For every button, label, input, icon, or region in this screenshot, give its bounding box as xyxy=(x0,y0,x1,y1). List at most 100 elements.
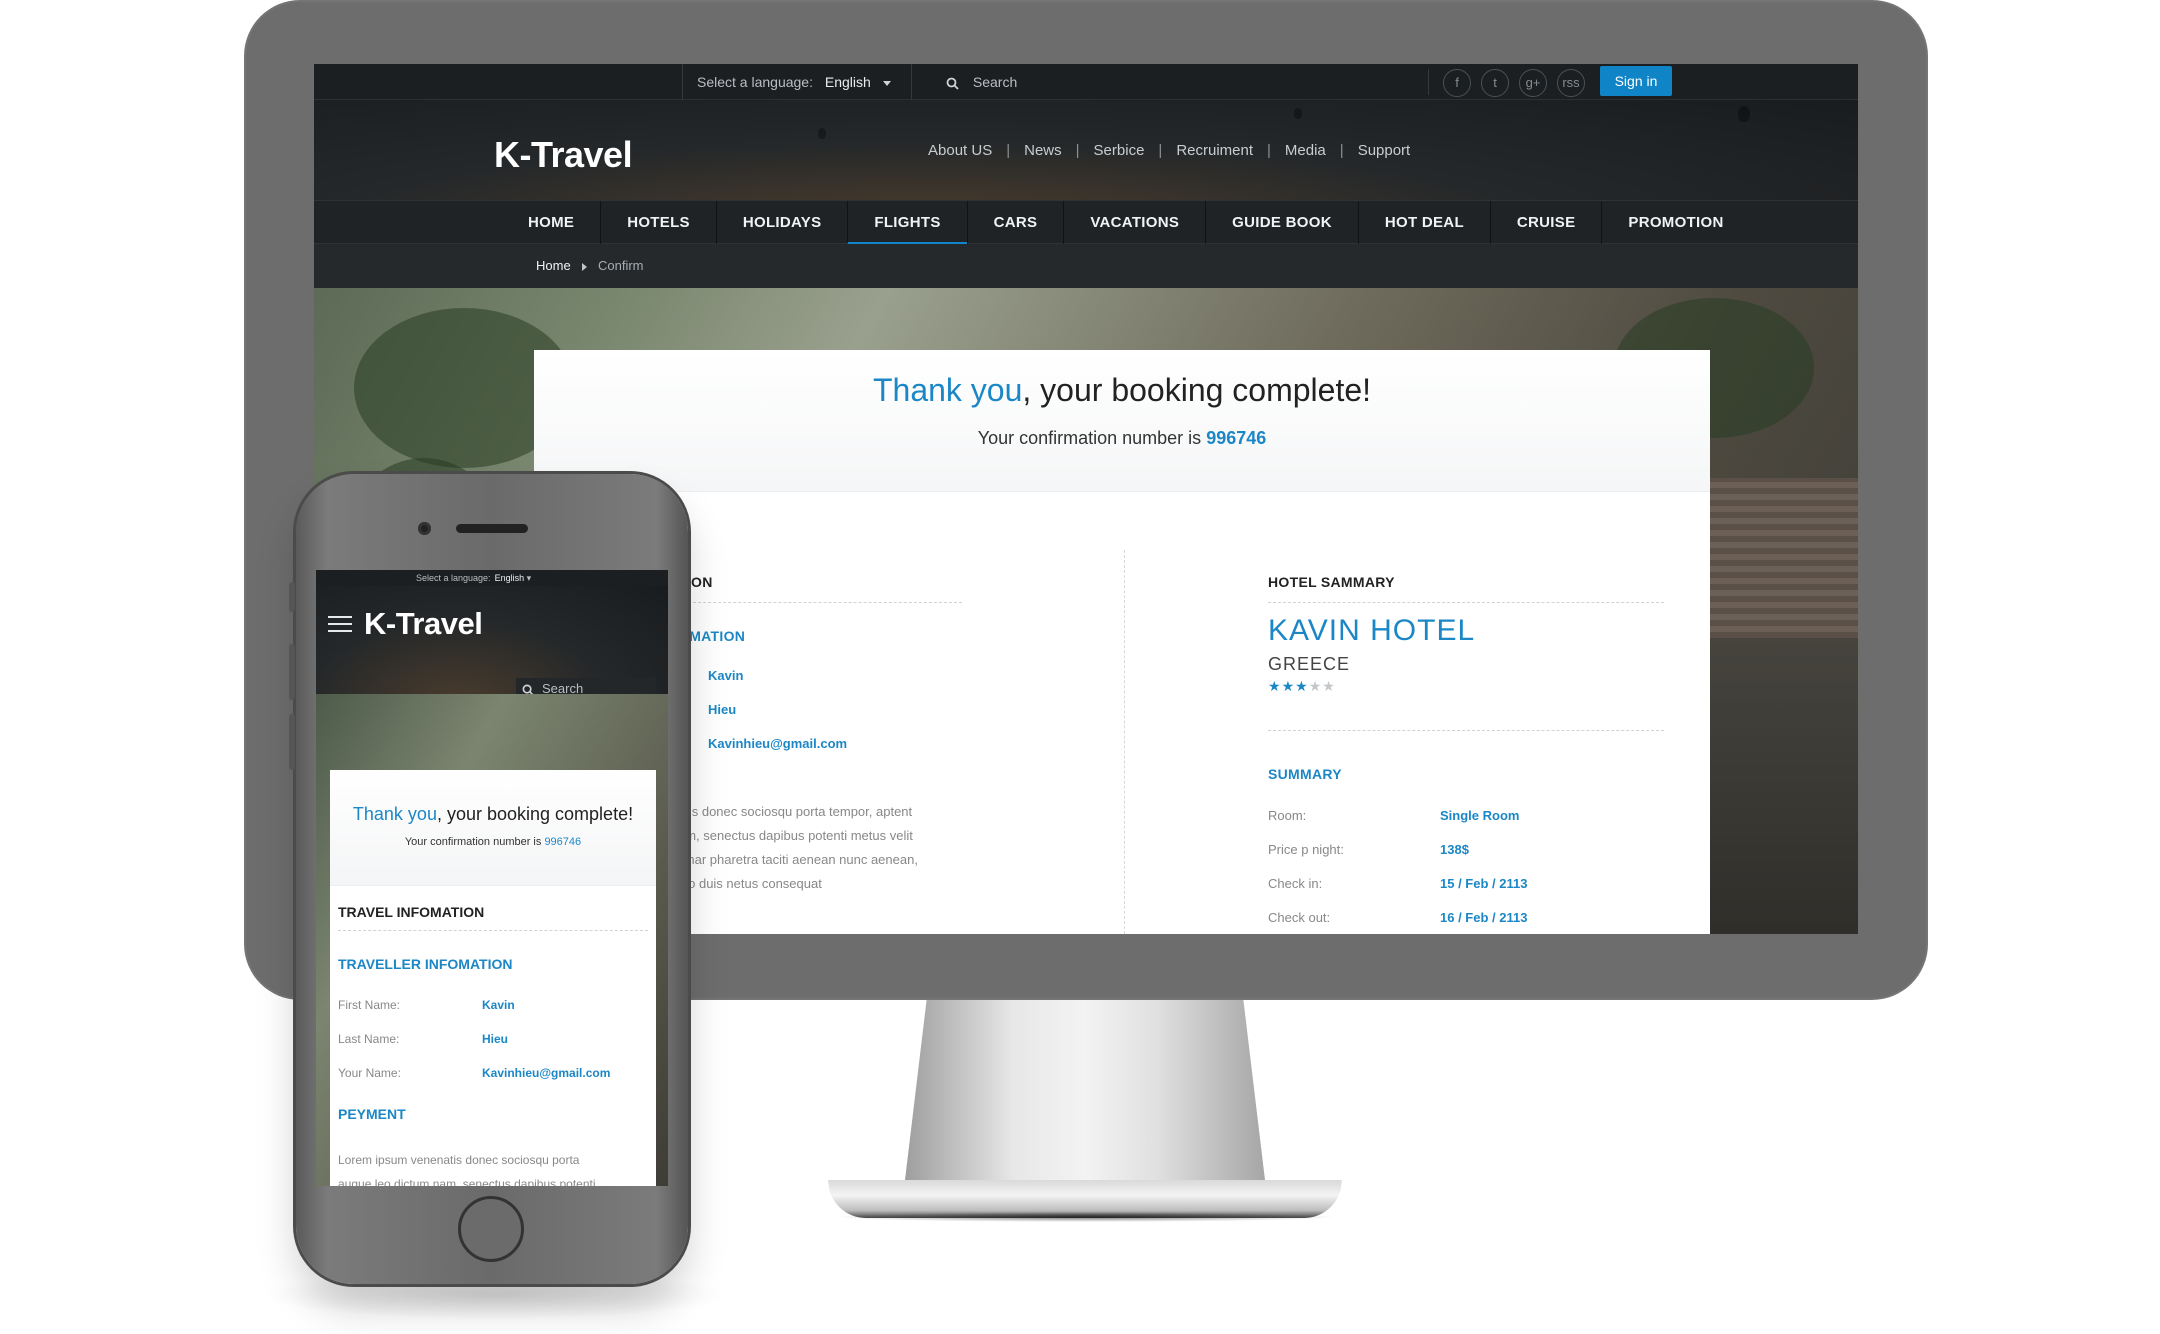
menu-item-flights[interactable]: FLIGHTS xyxy=(847,201,967,245)
mobile-thank-you-heading: Thank you, your booking complete! xyxy=(330,804,656,825)
first-name-label: First Name: xyxy=(338,998,401,1012)
star-empty-icon: ★ xyxy=(1322,678,1336,694)
last-name-label: Last Name: xyxy=(338,1032,400,1046)
site-header: K-Travel About US | News | Serbice | Recrui… xyxy=(314,100,1858,200)
price-label: Price p night: xyxy=(1268,842,1344,857)
top-link-about[interactable]: About US xyxy=(914,142,1006,159)
hotel-summary-title: HOTEL SAMMARY xyxy=(1268,574,1395,590)
rss-icon[interactable]: rss xyxy=(1557,69,1585,97)
payment-paragraph: atis donec sociosqu porta tempor, aptent… xyxy=(678,800,968,896)
last-name-value: Hieu xyxy=(482,1032,509,1046)
top-link-service[interactable]: Serbice xyxy=(1080,142,1159,159)
mobile-confirmation-line: Your confirmation number is 996746 xyxy=(330,836,656,848)
site-logo[interactable]: K-Travel xyxy=(494,134,633,176)
top-link-support[interactable]: Support xyxy=(1344,142,1425,159)
menu-item-promotion[interactable]: PROMOTION xyxy=(1601,201,1749,245)
utility-bar: Select a language: English Search f t g+… xyxy=(314,64,1858,100)
mobile-language-label: Select a language: xyxy=(416,573,491,583)
mobile-travel-title: TRAVEL INFOMATION xyxy=(338,904,485,920)
star-icon: ★ xyxy=(1295,678,1309,694)
mobile-language-selector[interactable]: Select a language: English ▾ xyxy=(416,570,531,586)
payment-line: am, senectus dapibus potenti metus velit xyxy=(678,828,913,843)
first-name-value: Kavin xyxy=(708,668,744,683)
balloon-decoration xyxy=(1294,108,1302,119)
mobile-thank-you-rest: , your booking complete! xyxy=(436,804,634,824)
top-link-media[interactable]: Media xyxy=(1271,142,1340,159)
mobile-booking-card: Thank you, your booking complete! Your c… xyxy=(330,770,656,1186)
last-name-value: Hieu xyxy=(708,702,737,717)
menu-item-cruise[interactable]: CRUISE xyxy=(1489,201,1601,245)
confirmation-number: 996746 xyxy=(1206,428,1267,448)
menu-item-hot-deal[interactable]: HOT DEAL xyxy=(1357,201,1490,245)
payment-line: atis donec sociosqu porta tempor, aptent xyxy=(678,804,913,819)
home-button[interactable] xyxy=(458,1196,524,1262)
top-link-news[interactable]: News xyxy=(1010,142,1076,159)
mobile-language-value: English xyxy=(494,573,525,583)
check-out-label: Check out: xyxy=(1268,910,1331,925)
menu-item-holidays[interactable]: HOLIDAYS xyxy=(715,201,848,245)
chevron-down-icon: ▾ xyxy=(526,573,532,583)
mobile-confirmation-number: 996746 xyxy=(544,836,582,848)
menu-item-cars[interactable]: CARS xyxy=(966,201,1064,245)
menu-item-guide-book[interactable]: GUIDE BOOK xyxy=(1205,201,1358,245)
menu-item-home[interactable]: HOME xyxy=(502,201,600,245)
chevron-right-icon xyxy=(582,263,587,271)
roof-decoration xyxy=(1706,478,1858,638)
language-selector[interactable]: Select a language: English xyxy=(682,64,912,100)
mobile-header: K-Travel Search xyxy=(316,586,668,700)
search-icon xyxy=(946,77,959,90)
breadcrumb-home[interactable]: Home xyxy=(536,244,571,288)
payment-line: augue leo dictum nam, senectus dapibus p… xyxy=(338,1177,596,1186)
first-name-value: Kavin xyxy=(482,998,515,1012)
sign-in-button[interactable]: Sign in xyxy=(1600,66,1672,96)
email-value: Kavinhieu@gmail.com xyxy=(708,736,848,751)
balloon-decoration xyxy=(818,128,826,139)
google-plus-icon[interactable]: g+ xyxy=(1519,69,1547,97)
monitor-stand-neck xyxy=(905,1000,1265,1180)
booking-card-header: Thank you, your booking complete! Your c… xyxy=(534,350,1710,492)
mobile-booking-card-header: Thank you, your booking complete! Your c… xyxy=(330,770,656,886)
star-rating: ★★★★★ xyxy=(1268,678,1336,695)
your-name-value: Kavinhieu@gmail.com xyxy=(482,1066,611,1080)
language-value: English xyxy=(824,74,871,90)
hamburger-menu-icon[interactable] xyxy=(328,616,352,637)
earpiece xyxy=(456,524,528,533)
thank-you-rest: , your booking complete! xyxy=(1022,372,1372,408)
breadcrumb-current: Confirm xyxy=(598,258,644,273)
twitter-icon[interactable]: t xyxy=(1481,69,1509,97)
check-in-value: 15 / Feb / 2113 xyxy=(1440,876,1528,891)
column-divider xyxy=(1124,550,1125,934)
payment-line: vinar pharetra taciti aenean nunc aenean… xyxy=(678,852,918,867)
thank-you-highlight: Thank you xyxy=(872,372,1023,408)
check-out-value: 16 / Feb / 2113 xyxy=(1440,910,1528,925)
volume-down-button xyxy=(289,714,295,770)
search-field[interactable]: Search xyxy=(946,64,1017,100)
language-label: Select a language: xyxy=(697,74,813,90)
mobile-payment-text: Lorem ipsum venenatis donec sociosqu por… xyxy=(338,1148,648,1186)
menu-item-vacations[interactable]: VACATIONS xyxy=(1063,201,1205,245)
mobile-thank-you-highlight: Thank you xyxy=(352,804,437,824)
mobile-logo[interactable]: K-Travel xyxy=(364,606,483,642)
thank-you-heading: Thank you, your booking complete! xyxy=(534,372,1710,409)
top-links: About US | News | Serbice | Recruiment | Med… xyxy=(914,142,1424,159)
divider xyxy=(338,930,648,931)
star-icon: ★ xyxy=(1268,678,1282,694)
volume-up-button xyxy=(289,644,295,700)
divider xyxy=(1268,602,1664,603)
mobile-utility-bar: Select a language: English ▾ xyxy=(316,570,668,586)
balloon-decoration xyxy=(1738,106,1750,122)
main-menu: HOME HOTELS HOLIDAYS FLIGHTS CARS VACATI… xyxy=(314,200,1858,245)
facebook-icon[interactable]: f xyxy=(1443,69,1471,97)
payment-line: leo duis netus consequat xyxy=(678,876,822,891)
hotel-country: GREECE xyxy=(1268,654,1351,674)
top-link-recruitment[interactable]: Recruiment xyxy=(1162,142,1267,159)
summary-title: SUMMARY xyxy=(1268,766,1342,782)
monitor-stand-shadow xyxy=(832,1212,1338,1222)
traveller-section-title: OMATION xyxy=(678,628,746,644)
menu-item-hotels[interactable]: HOTELS xyxy=(600,201,716,245)
mobile-traveller-title: TRAVELLER INFOMATION xyxy=(338,956,513,972)
star-icon: ★ xyxy=(1281,678,1296,694)
divider xyxy=(678,602,962,603)
breadcrumb: Home Confirm xyxy=(314,244,1858,288)
hotel-name: KAVIN HOTEL xyxy=(1268,614,1476,647)
